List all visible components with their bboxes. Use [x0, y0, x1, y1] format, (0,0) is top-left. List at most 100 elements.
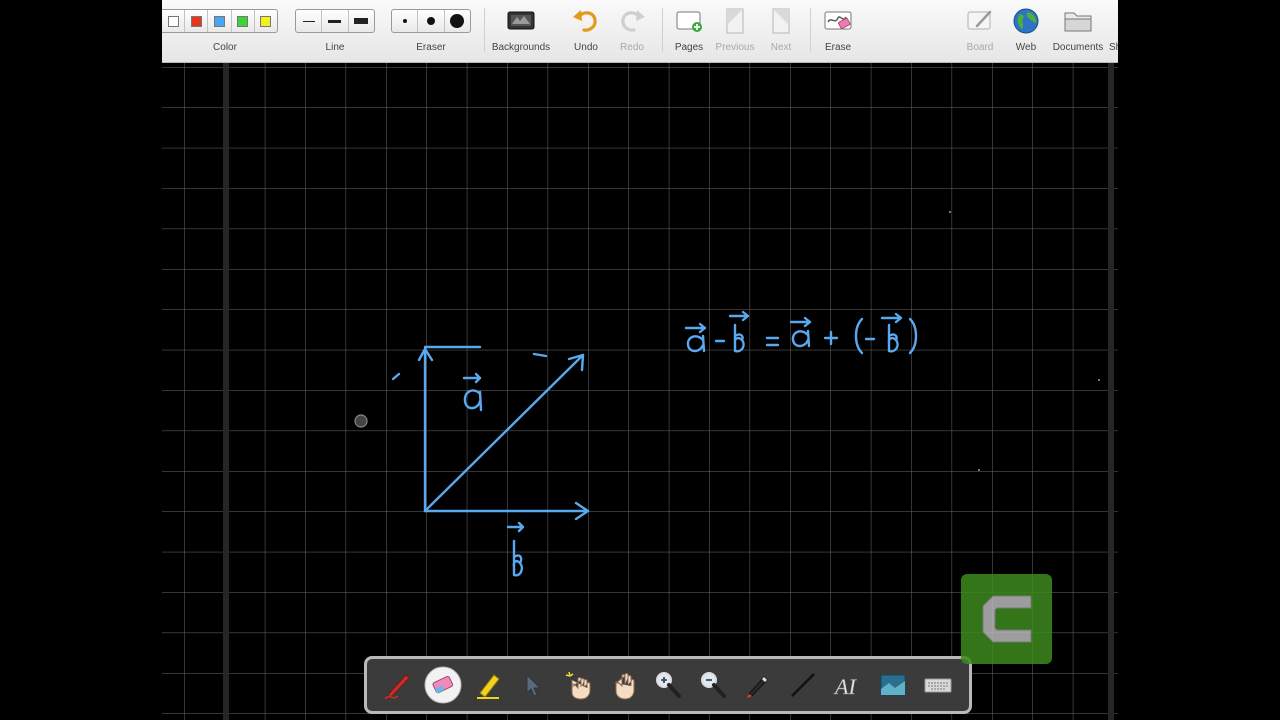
pan-hand-icon — [615, 673, 635, 700]
line-group: Line — [295, 0, 375, 62]
stray-dot — [978, 469, 980, 471]
magic-hand-tool-button[interactable] — [558, 665, 598, 705]
eraser-medium-button[interactable] — [418, 10, 445, 32]
pages-button[interactable]: Pages — [668, 0, 710, 62]
recorder-watermark-logo — [961, 574, 1052, 664]
laser-pen-tool-button[interactable] — [738, 665, 778, 705]
redo-button[interactable]: Redo — [610, 0, 654, 62]
white-swatch-icon — [167, 15, 179, 27]
stray-dot — [949, 211, 951, 213]
pen-tool-button[interactable] — [378, 665, 418, 705]
pointer-icon — [526, 673, 541, 697]
previous-label: Previous — [715, 42, 755, 53]
undo-icon — [573, 10, 597, 32]
svg-text:AI: AI — [833, 674, 857, 699]
zoom-out-icon — [700, 672, 726, 698]
globe-icon — [1013, 8, 1039, 34]
green-swatch-icon — [237, 15, 249, 27]
red-swatch-icon — [190, 15, 202, 27]
color-yellow-swatch[interactable] — [255, 10, 277, 32]
screen-capture-tool-button[interactable] — [873, 665, 913, 705]
line-thick-button[interactable] — [349, 10, 374, 32]
line-tool-button[interactable] — [783, 665, 823, 705]
highlighter-icon — [476, 674, 500, 699]
erase-all-button[interactable]: Erase — [816, 0, 860, 62]
eraser-label: Eraser — [416, 42, 446, 53]
zoom-in-icon — [655, 672, 681, 698]
backgrounds-label: Backgrounds — [491, 42, 551, 53]
red-pen-icon — [383, 674, 410, 700]
toolbar-separator — [662, 8, 663, 52]
board-right-edge — [1108, 63, 1114, 720]
next-page-icon — [772, 8, 790, 34]
thin-line-icon — [302, 20, 315, 22]
documents-button[interactable]: Documents — [1050, 0, 1106, 62]
yellow-swatch-icon — [260, 15, 272, 27]
medium-dot-icon — [426, 17, 435, 25]
text-recognition-tool-button[interactable]: AI — [828, 665, 868, 705]
toolbar-separator — [810, 8, 811, 52]
eraser-large-button[interactable] — [445, 10, 470, 32]
eraser-small-button[interactable] — [392, 10, 419, 32]
stray-dot — [1098, 379, 1100, 381]
keyboard-icon — [924, 678, 952, 693]
board-icon — [967, 10, 992, 30]
share-label: Sh — [1109, 42, 1118, 53]
large-dot-icon — [450, 14, 465, 28]
keyboard-tool-button[interactable] — [918, 665, 958, 705]
zoom-in-tool-button[interactable] — [648, 665, 688, 705]
eraser-size-options — [391, 9, 471, 33]
color-swatches — [162, 9, 278, 33]
web-label: Web — [1015, 42, 1037, 53]
board-label: Board — [966, 42, 994, 53]
highlighter-tool-button[interactable] — [468, 665, 508, 705]
documents-label: Documents — [1052, 42, 1104, 53]
erase-board-icon — [824, 11, 852, 30]
backgrounds-button[interactable]: Backgrounds — [488, 0, 554, 62]
line-medium-button[interactable] — [322, 10, 349, 32]
color-group: Color — [162, 0, 280, 62]
thick-line-icon — [354, 18, 369, 24]
screen-capture-icon — [880, 674, 906, 696]
cursor-icon — [354, 414, 368, 428]
color-label: Color — [213, 42, 237, 53]
color-blue-swatch[interactable] — [208, 10, 232, 32]
small-dot-icon — [402, 19, 407, 23]
medium-line-icon — [328, 19, 342, 23]
pan-tool-button[interactable] — [603, 665, 643, 705]
camtasia-logo-icon — [982, 595, 1032, 643]
top-toolbar: Color Line Eraser Backgrounds Undo Redo … — [162, 0, 1118, 63]
undo-button[interactable]: Undo — [564, 0, 608, 62]
color-white-swatch[interactable] — [162, 10, 186, 32]
color-green-swatch[interactable] — [232, 10, 255, 32]
backgrounds-icon — [507, 11, 535, 30]
redo-icon — [621, 10, 645, 32]
eraser-icon — [424, 666, 462, 704]
line-width-options — [295, 9, 375, 33]
pages-label: Pages — [674, 42, 704, 53]
color-red-swatch[interactable] — [185, 10, 209, 32]
board-button[interactable]: Board — [958, 0, 1002, 62]
line-thin-button[interactable] — [296, 10, 323, 32]
bottom-tool-palette: AI — [364, 656, 972, 714]
redo-label: Redo — [620, 42, 644, 53]
blue-swatch-icon — [214, 15, 225, 27]
previous-page-button[interactable]: Previous — [714, 0, 756, 62]
select-tool-button[interactable] — [513, 665, 553, 705]
next-page-button[interactable]: Next — [760, 0, 802, 62]
line-label: Line — [325, 42, 345, 53]
eraser-tool-button[interactable] — [423, 665, 463, 705]
share-button[interactable]: Sh — [1106, 0, 1118, 62]
zoom-out-tool-button[interactable] — [693, 665, 733, 705]
erase-label: Erase — [824, 42, 852, 53]
line-tool-icon — [791, 673, 815, 697]
folder-icon — [1064, 12, 1092, 32]
magic-hand-icon — [565, 671, 591, 700]
next-label: Next — [770, 42, 792, 53]
eraser-group: Eraser — [391, 0, 471, 62]
add-page-icon — [676, 11, 702, 32]
laser-pen-icon — [747, 676, 768, 698]
web-button[interactable]: Web — [1004, 0, 1048, 62]
text-recognition-icon: AI — [833, 674, 858, 700]
board-left-edge — [223, 63, 229, 720]
